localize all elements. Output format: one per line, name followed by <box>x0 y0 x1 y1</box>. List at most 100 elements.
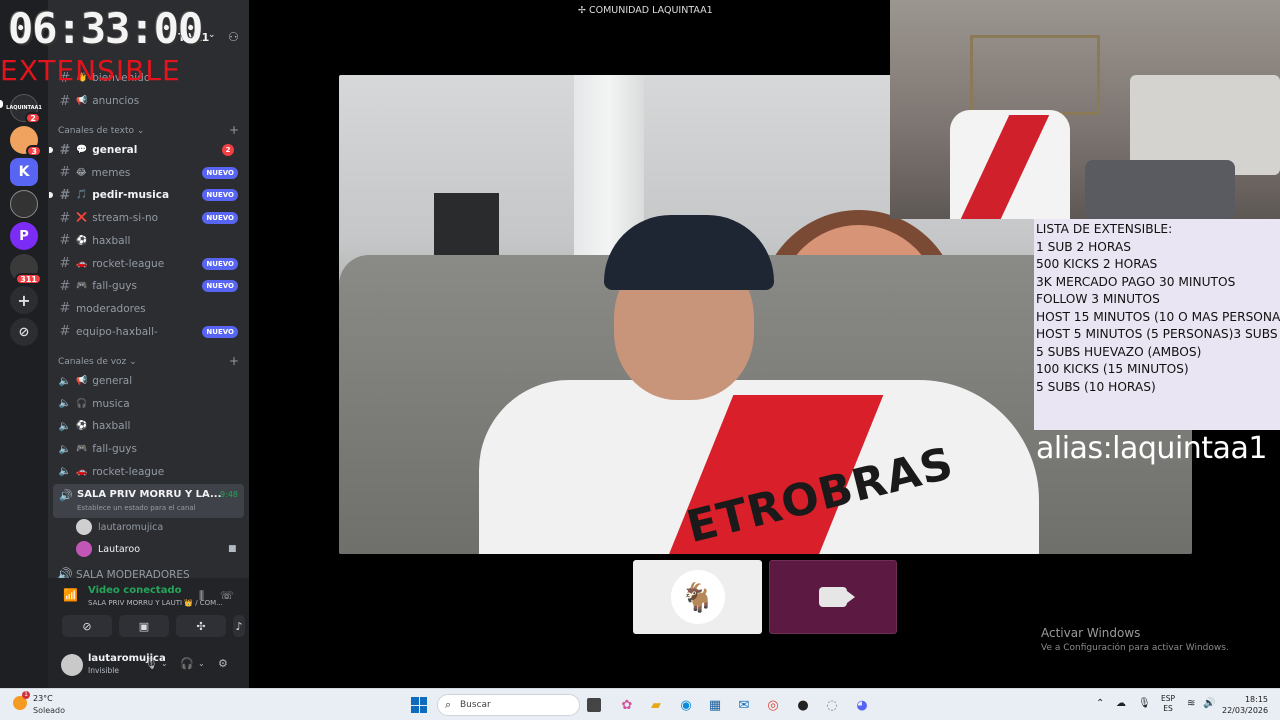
taskbar-search[interactable]: ⌕ Buscar <box>437 694 580 716</box>
clock[interactable]: 18:15 22/03/2026 <box>1222 694 1268 716</box>
channel-label: moderadores <box>76 302 146 315</box>
extension-list-line: HOST 15 MINUTOS (10 O MAS PERSONAS) <box>1036 309 1280 324</box>
activate-windows-subtitle: Ve a Configuración para activar Windows. <box>1041 643 1229 653</box>
server-k[interactable]: K <box>10 158 38 186</box>
call-title: ✢ COMUNIDAD LAQUINTAA1 <box>578 5 713 16</box>
voice-connected-title[interactable]: Video conectado <box>88 585 181 596</box>
plus-icon[interactable]: + <box>10 286 38 314</box>
voice-member-self[interactable]: Lautaroo ■ <box>76 539 237 559</box>
voice-category-header[interactable]: Canales de voz ⌄ <box>58 357 137 367</box>
activities-button[interactable]: ✣ <box>176 615 226 637</box>
hash-icon: # <box>59 256 71 271</box>
new-badge: NUEVO <box>202 212 238 225</box>
wifi-icon[interactable]: ≋ <box>1187 698 1195 709</box>
server-6[interactable]: 311 <box>10 254 42 285</box>
extension-list: LISTA DE EXTENSIBLE: 1 SUB 2 HORAS 500 K… <box>1034 219 1280 430</box>
video-camera-icon: ■ <box>228 544 237 554</box>
noise-suppression-icon[interactable]: ⫼ <box>199 589 204 603</box>
clock-app-icon[interactable]: ◌ <box>822 695 842 715</box>
user-bar: lautaromujica Invisible 🎙 ⌄ 🎧 ⌄ ⚙ <box>48 644 249 688</box>
cloud-icon[interactable]: ☁ <box>1116 698 1126 709</box>
voice-status-text[interactable]: Establece un estado para el canal <box>77 504 196 512</box>
edge-icon[interactable]: ◉ <box>676 695 696 715</box>
channel-moderadores[interactable]: # moderadores <box>54 298 244 320</box>
channel-memes[interactable]: # 😂 memes NUEVO <box>54 162 244 184</box>
soundboard-button[interactable]: ♪ <box>233 615 245 637</box>
add-channel-icon[interactable]: + <box>229 123 239 137</box>
microphone-icon[interactable]: 🎙 <box>144 657 158 670</box>
active-voice-channel[interactable]: 🔊 SALA PRIV MORRU Y LA... 9:48 Establece… <box>53 484 244 518</box>
server-p[interactable]: P <box>10 222 38 250</box>
headphones-icon[interactable]: 🎧 <box>180 657 194 670</box>
participant-tile-camera[interactable] <box>769 560 897 634</box>
channel-fall-guys[interactable]: # 🎮 fall-guys NUEVO <box>54 275 244 297</box>
server-2[interactable]: 3 <box>10 126 42 157</box>
store-icon[interactable]: ▦ <box>705 695 725 715</box>
disconnect-icon[interactable]: ☏ <box>220 589 234 602</box>
channel-pedir-musica[interactable]: # 🎵 pedir-musica NUEVO <box>49 184 244 206</box>
voice-channel-haxball[interactable]: 🔈 ⚽ haxball <box>54 415 244 437</box>
speaker-icon: 🔈 <box>58 443 72 455</box>
channel-general[interactable]: # 💬 general 2 <box>49 139 244 161</box>
channel-emoji: ⚽ <box>76 235 88 246</box>
app-icon[interactable]: ● <box>793 695 813 715</box>
voice-member[interactable]: lautaromujica <box>76 517 163 537</box>
webcam-scene-shelf <box>970 35 1100 115</box>
microphone-icon[interactable]: 🎙 <box>1138 698 1151 709</box>
channel-haxball[interactable]: # ⚽ haxball <box>54 230 244 252</box>
voice-channel-fall-guys[interactable]: 🔈 🎮 fall-guys <box>54 438 244 460</box>
new-badge: NUEVO <box>202 325 238 338</box>
extension-list-line: LISTA DE EXTENSIBLE: <box>1036 222 1173 236</box>
add-voice-channel-icon[interactable]: + <box>229 354 239 368</box>
avatar[interactable] <box>61 654 83 676</box>
channel-emoji: 💬 <box>76 145 88 155</box>
channel-label: memes <box>91 166 131 179</box>
channel-emoji: 🎮 <box>76 444 88 455</box>
outlook-icon[interactable]: ✉ <box>734 695 754 715</box>
chevron-down-icon[interactable]: ⌄ <box>161 659 168 668</box>
activities-icon: ✣ <box>196 619 206 633</box>
activate-windows-title: Activar Windows <box>1041 626 1141 640</box>
chrome-icon[interactable]: ◎ <box>763 695 783 715</box>
voice-channel-musica[interactable]: 🔈 🎧 musica <box>54 393 244 415</box>
chevron-up-icon[interactable]: ⌃ <box>1096 698 1104 709</box>
chevron-down-icon[interactable]: ⌄ <box>198 659 205 668</box>
webcam-scene-chair <box>1085 160 1235 219</box>
text-category-header[interactable]: Canales de texto ⌄ <box>58 126 144 136</box>
task-view-icon[interactable] <box>587 698 601 712</box>
discord-icon[interactable]: ◕ <box>852 695 872 715</box>
channel-equipo-haxball-[interactable]: # equipo-haxball- NUEVO <box>54 321 244 343</box>
add-member-icon[interactable]: ⚇ <box>228 30 239 44</box>
speaker-icon: 🔈 <box>58 420 72 432</box>
unread-indicator <box>49 147 53 153</box>
channel-emoji: 🎧 <box>76 398 88 409</box>
server-4[interactable] <box>10 190 38 218</box>
channel-rocket-league[interactable]: # 🚗 rocket-league NUEVO <box>54 253 244 275</box>
copilot-icon[interactable]: ✿ <box>617 695 637 715</box>
file-explorer-icon[interactable]: ▰ <box>646 695 666 715</box>
server-laquintaa1[interactable]: LAQUINTAA1 2 <box>6 94 42 124</box>
active-server-pill <box>0 100 3 108</box>
new-badge: NUEVO <box>202 280 238 293</box>
language-indicator[interactable]: ESP ES <box>1161 694 1175 714</box>
camera-off-button[interactable]: ⊘ <box>62 615 112 637</box>
hash-icon: # <box>59 278 71 294</box>
participant-tile-avatar[interactable]: 🐐 <box>633 560 762 634</box>
share-screen-button[interactable]: ▣ <box>119 615 169 637</box>
channel-emoji: ❌ <box>76 213 88 224</box>
windows-start-icon[interactable] <box>411 697 427 713</box>
channel-label: fall-guys <box>92 443 137 456</box>
search-icon: ⌕ <box>445 698 452 711</box>
voice-channel-general[interactable]: 🔈 📢 general <box>54 370 244 392</box>
channel-label: fall-guys <box>92 280 137 293</box>
volume-icon[interactable]: 🔊 <box>1203 698 1215 709</box>
channel-stream-si-no[interactable]: # ❌ stream-si-no NUEVO <box>54 207 244 229</box>
hash-icon: # <box>59 187 71 203</box>
payment-alias: alias:laquintaa1 <box>1036 431 1267 466</box>
channel-emoji: 😂 <box>76 167 87 178</box>
compass-icon[interactable]: ⊘ <box>10 318 38 346</box>
hash-icon: # <box>59 301 71 317</box>
channel-anuncios[interactable]: # 📢 anuncios <box>54 90 244 112</box>
gear-icon[interactable]: ⚙ <box>218 657 228 670</box>
voice-channel-rocket-league[interactable]: 🔈 🚗 rocket-league <box>54 461 244 483</box>
